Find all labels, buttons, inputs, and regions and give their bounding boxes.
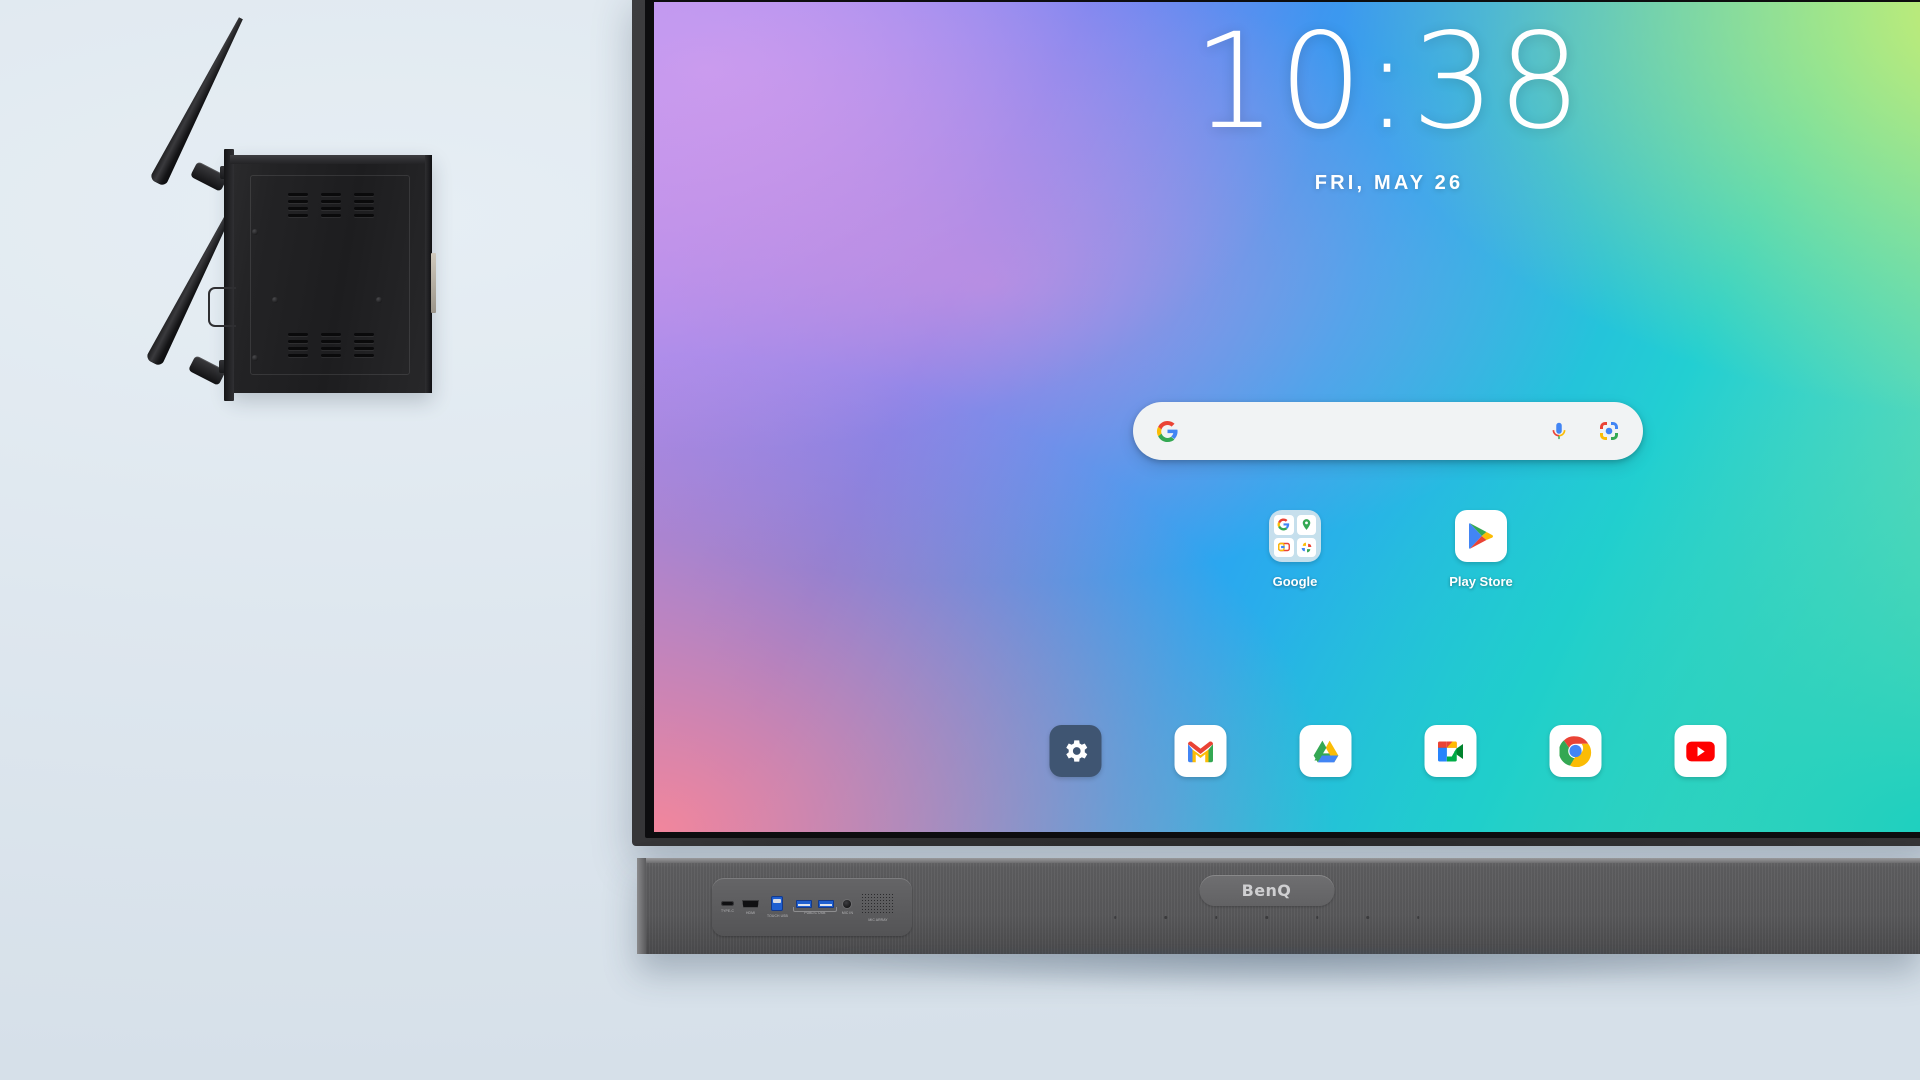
app-google-folder[interactable]: Google — [1258, 510, 1332, 589]
usb-a-port-icon — [795, 899, 812, 908]
app-label: Google — [1272, 574, 1318, 589]
usb-b-port-icon — [771, 896, 784, 911]
display-bottom-bar: TYPE-C HDMI TOUCH USB PUBLIC USB MIC IN … — [637, 858, 1920, 954]
android-home-screen[interactable]: 10:38 FRI, MAY 26 Google Play Store — [654, 2, 1920, 832]
usb-pair-bracket — [792, 899, 837, 912]
io-port-panel: TYPE-C HDMI TOUCH USB PUBLIC USB MIC IN … — [712, 878, 912, 936]
youtube-icon[interactable] — [1674, 725, 1727, 777]
usb-c-port-icon — [721, 901, 735, 906]
port-touch-usb[interactable]: TOUCH USB — [767, 896, 788, 918]
chrome-icon[interactable] — [1549, 725, 1602, 777]
gmail-icon[interactable] — [1174, 725, 1227, 777]
home-app-row: Google Play Store — [1258, 510, 1518, 589]
audio-jack-icon — [843, 899, 852, 908]
port-hdmi[interactable]: HDMI — [742, 899, 760, 915]
port-mic-in[interactable]: MIC IN — [841, 899, 854, 915]
clock-widget[interactable]: 10:38 FRI, MAY 26 — [654, 16, 1920, 195]
usb-a-port-icon — [817, 899, 834, 908]
module-side-tab — [431, 253, 436, 313]
benq-logo-badge: BenQ — [1199, 875, 1334, 906]
google-meet-icon[interactable] — [1424, 725, 1477, 777]
clock-date: FRI, MAY 26 — [1314, 172, 1464, 194]
port-public-usb-group[interactable]: PUBLIC USB — [792, 899, 837, 915]
hdmi-port-icon — [742, 899, 760, 908]
port-label: TYPE-C — [721, 909, 735, 913]
google-drive-icon[interactable] — [1299, 725, 1352, 777]
app-play-store[interactable]: Play Store — [1444, 510, 1518, 589]
screw-hole — [252, 355, 258, 361]
bottom-bar-left-edge — [637, 858, 646, 954]
google-maps-icon — [1296, 515, 1316, 535]
port-mic-array: MIC ARRAY — [861, 892, 896, 922]
bottom-bar-top-edge — [637, 858, 1920, 863]
benq-logo-text: BenQ — [1241, 881, 1292, 900]
vent-group-bottom — [288, 333, 374, 357]
module-wire-handle — [208, 287, 236, 327]
display-drop-shadow — [660, 950, 1920, 1008]
play-store-icon[interactable] — [1455, 510, 1507, 562]
app-label: Play Store — [1449, 574, 1513, 589]
display-bezel: 10:38 FRI, MAY 26 Google Play Store — [632, 0, 1920, 846]
settings-gear-icon[interactable] — [1049, 725, 1102, 777]
module-chassis — [208, 149, 436, 401]
microphone-grille-icon — [861, 892, 896, 915]
port-usb-c[interactable]: TYPE-C — [721, 901, 735, 913]
google-photos-icon — [1296, 537, 1316, 557]
google-tv-icon — [1274, 537, 1294, 557]
module-mounting-flange — [224, 149, 234, 401]
clock-time: 10:38 — [1192, 5, 1584, 159]
port-label: MIC IN — [841, 910, 854, 915]
microphone-icon[interactable] — [1545, 417, 1573, 445]
screw-hole — [272, 297, 278, 303]
module-top-edge — [230, 155, 432, 164]
benq-board-display: 10:38 FRI, MAY 26 Google Play Store — [632, 0, 1920, 846]
search-input[interactable] — [1181, 402, 1545, 460]
screw-hole — [376, 297, 382, 303]
wifi-ops-module — [100, 0, 436, 420]
home-dock — [1049, 725, 1727, 777]
google-search-icon — [1274, 515, 1294, 535]
google-lens-camera-icon[interactable] — [1595, 417, 1623, 445]
google-folder-icon[interactable] — [1269, 510, 1321, 562]
google-search-bar[interactable] — [1133, 402, 1643, 460]
port-label: MIC ARRAY — [868, 917, 888, 922]
bezel-dot-row — [1113, 916, 1420, 919]
google-g-icon — [1153, 417, 1181, 445]
vent-group-top — [288, 193, 374, 217]
screw-hole — [252, 229, 258, 235]
port-label: TOUCH USB — [767, 914, 788, 918]
port-label: HDMI — [746, 910, 756, 915]
